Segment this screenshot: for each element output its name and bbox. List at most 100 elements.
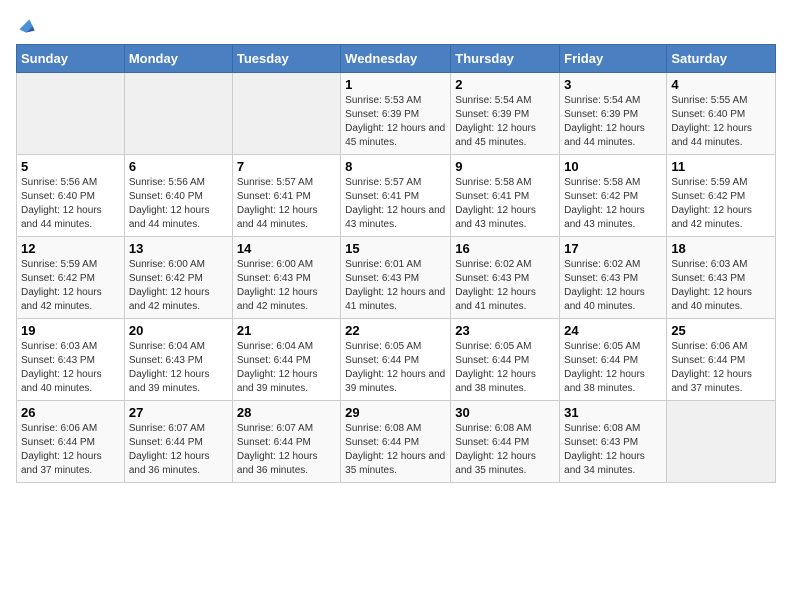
day-info: Sunrise: 6:02 AM Sunset: 6:43 PM Dayligh…: [455, 258, 555, 314]
calendar-cell: 30 Sunrise: 6:08 AM Sunset: 6:44 PM Dayli…: [451, 401, 560, 483]
week-row-1: 1 Sunrise: 5:53 AM Sunset: 6:39 PM Daylig…: [17, 73, 776, 155]
weekday-header-thursday: Thursday: [451, 45, 560, 73]
calendar-cell: 7 Sunrise: 5:57 AM Sunset: 6:41 PM Daylig…: [232, 155, 340, 237]
calendar-cell: 3 Sunrise: 5:54 AM Sunset: 6:39 PM Daylig…: [560, 73, 667, 155]
day-number: 9: [455, 159, 555, 174]
calendar-cell: 25 Sunrise: 6:06 AM Sunset: 6:44 PM Dayli…: [667, 319, 776, 401]
day-info: Sunrise: 5:53 AM Sunset: 6:39 PM Dayligh…: [345, 94, 446, 150]
calendar-cell: 16 Sunrise: 6:02 AM Sunset: 6:43 PM Dayli…: [451, 237, 560, 319]
day-info: Sunrise: 5:55 AM Sunset: 6:40 PM Dayligh…: [671, 94, 771, 150]
weekday-header-saturday: Saturday: [667, 45, 776, 73]
day-info: Sunrise: 6:00 AM Sunset: 6:42 PM Dayligh…: [129, 258, 228, 314]
calendar-cell: 28 Sunrise: 6:07 AM Sunset: 6:44 PM Dayli…: [232, 401, 340, 483]
calendar-cell: 1 Sunrise: 5:53 AM Sunset: 6:39 PM Daylig…: [341, 73, 451, 155]
calendar-cell: 18 Sunrise: 6:03 AM Sunset: 6:43 PM Dayli…: [667, 237, 776, 319]
calendar-cell: 19 Sunrise: 6:03 AM Sunset: 6:43 PM Dayli…: [17, 319, 125, 401]
calendar-cell: 6 Sunrise: 5:56 AM Sunset: 6:40 PM Daylig…: [124, 155, 232, 237]
day-number: 25: [671, 323, 771, 338]
calendar-cell: 12Sunrise: 5:59 AM Sunset: 6:42 PM Dayli…: [17, 237, 125, 319]
calendar-cell: 4 Sunrise: 5:55 AM Sunset: 6:40 PM Daylig…: [667, 73, 776, 155]
calendar-cell: 2 Sunrise: 5:54 AM Sunset: 6:39 PM Daylig…: [451, 73, 560, 155]
day-info: Sunrise: 5:54 AM Sunset: 6:39 PM Dayligh…: [455, 94, 555, 150]
weekday-header-wednesday: Wednesday: [341, 45, 451, 73]
day-info: Sunrise: 6:08 AM Sunset: 6:44 PM Dayligh…: [455, 422, 555, 478]
week-row-5: 26 Sunrise: 6:06 AM Sunset: 6:44 PM Dayli…: [17, 401, 776, 483]
calendar-cell: 5Sunrise: 5:56 AM Sunset: 6:40 PM Daylig…: [17, 155, 125, 237]
day-number: 26: [21, 405, 120, 420]
day-number: 1: [345, 77, 446, 92]
day-info: Sunrise: 6:03 AM Sunset: 6:43 PM Dayligh…: [671, 258, 771, 314]
day-number: 10: [564, 159, 662, 174]
day-number: 2: [455, 77, 555, 92]
day-info: Sunrise: 6:01 AM Sunset: 6:43 PM Dayligh…: [345, 258, 446, 314]
day-number: 6: [129, 159, 228, 174]
day-info: Sunrise: 5:59 AM Sunset: 6:42 PM Dayligh…: [671, 176, 771, 232]
calendar-cell: 15 Sunrise: 6:01 AM Sunset: 6:43 PM Dayli…: [341, 237, 451, 319]
day-info: Sunrise: 6:03 AM Sunset: 6:43 PM Dayligh…: [21, 340, 120, 396]
day-number: 22: [345, 323, 446, 338]
weekday-header-row: SundayMondayTuesdayWednesdayThursdayFrid…: [17, 45, 776, 73]
day-info: Sunrise: 6:05 AM Sunset: 6:44 PM Dayligh…: [455, 340, 555, 396]
day-number: 23: [455, 323, 555, 338]
day-number: 17: [564, 241, 662, 256]
logo-icon: [16, 16, 36, 36]
day-number: 16: [455, 241, 555, 256]
calendar-cell: 31Sunrise: 6:08 AM Sunset: 6:43 PM Dayli…: [560, 401, 667, 483]
day-info: Sunrise: 5:58 AM Sunset: 6:41 PM Dayligh…: [455, 176, 555, 232]
calendar-table: SundayMondayTuesdayWednesdayThursdayFrid…: [16, 44, 776, 483]
header: [16, 16, 776, 36]
day-number: 14: [237, 241, 336, 256]
day-info: Sunrise: 6:08 AM Sunset: 6:44 PM Dayligh…: [345, 422, 446, 478]
day-number: 18: [671, 241, 771, 256]
calendar-cell: 23 Sunrise: 6:05 AM Sunset: 6:44 PM Dayli…: [451, 319, 560, 401]
logo: [16, 16, 40, 36]
day-number: 8: [345, 159, 446, 174]
day-number: 30: [455, 405, 555, 420]
weekday-header-sunday: Sunday: [17, 45, 125, 73]
day-info: Sunrise: 6:06 AM Sunset: 6:44 PM Dayligh…: [21, 422, 120, 478]
calendar-cell: 27Sunrise: 6:07 AM Sunset: 6:44 PM Dayli…: [124, 401, 232, 483]
day-number: 11: [671, 159, 771, 174]
day-info: Sunrise: 5:56 AM Sunset: 6:40 PM Dayligh…: [129, 176, 228, 232]
day-info: Sunrise: 6:05 AM Sunset: 6:44 PM Dayligh…: [345, 340, 446, 396]
day-number: 13: [129, 241, 228, 256]
day-number: 3: [564, 77, 662, 92]
calendar-cell: 11 Sunrise: 5:59 AM Sunset: 6:42 PM Dayli…: [667, 155, 776, 237]
day-number: 19: [21, 323, 120, 338]
day-number: 28: [237, 405, 336, 420]
calendar-cell: 14 Sunrise: 6:00 AM Sunset: 6:43 PM Dayli…: [232, 237, 340, 319]
calendar-cell: 10Sunrise: 5:58 AM Sunset: 6:42 PM Dayli…: [560, 155, 667, 237]
day-number: 29: [345, 405, 446, 420]
weekday-header-friday: Friday: [560, 45, 667, 73]
week-row-3: 12Sunrise: 5:59 AM Sunset: 6:42 PM Dayli…: [17, 237, 776, 319]
calendar-cell: 22 Sunrise: 6:05 AM Sunset: 6:44 PM Dayli…: [341, 319, 451, 401]
calendar-cell: 26 Sunrise: 6:06 AM Sunset: 6:44 PM Dayli…: [17, 401, 125, 483]
day-info: Sunrise: 6:07 AM Sunset: 6:44 PM Dayligh…: [237, 422, 336, 478]
calendar-cell: [667, 401, 776, 483]
weekday-header-monday: Monday: [124, 45, 232, 73]
calendar-cell: [17, 73, 125, 155]
day-info: Sunrise: 6:04 AM Sunset: 6:43 PM Dayligh…: [129, 340, 228, 396]
day-number: 15: [345, 241, 446, 256]
day-info: Sunrise: 5:57 AM Sunset: 6:41 PM Dayligh…: [237, 176, 336, 232]
day-info: Sunrise: 5:54 AM Sunset: 6:39 PM Dayligh…: [564, 94, 662, 150]
calendar-cell: 13 Sunrise: 6:00 AM Sunset: 6:42 PM Dayli…: [124, 237, 232, 319]
day-number: 24: [564, 323, 662, 338]
day-number: 20: [129, 323, 228, 338]
calendar-cell: [124, 73, 232, 155]
day-number: 21: [237, 323, 336, 338]
day-info: Sunrise: 6:05 AM Sunset: 6:44 PM Dayligh…: [564, 340, 662, 396]
calendar-cell: 29 Sunrise: 6:08 AM Sunset: 6:44 PM Dayli…: [341, 401, 451, 483]
day-number: 4: [671, 77, 771, 92]
day-number: 31: [564, 405, 662, 420]
day-info: Sunrise: 6:00 AM Sunset: 6:43 PM Dayligh…: [237, 258, 336, 314]
day-number: 5: [21, 159, 120, 174]
day-info: Sunrise: 5:59 AM Sunset: 6:42 PM Dayligh…: [21, 258, 120, 314]
day-info: Sunrise: 6:02 AM Sunset: 6:43 PM Dayligh…: [564, 258, 662, 314]
day-info: Sunrise: 6:06 AM Sunset: 6:44 PM Dayligh…: [671, 340, 771, 396]
week-row-4: 19 Sunrise: 6:03 AM Sunset: 6:43 PM Dayli…: [17, 319, 776, 401]
calendar-cell: 20 Sunrise: 6:04 AM Sunset: 6:43 PM Dayli…: [124, 319, 232, 401]
calendar-cell: 24 Sunrise: 6:05 AM Sunset: 6:44 PM Dayli…: [560, 319, 667, 401]
calendar-cell: 8Sunrise: 5:57 AM Sunset: 6:41 PM Daylig…: [341, 155, 451, 237]
day-number: 7: [237, 159, 336, 174]
